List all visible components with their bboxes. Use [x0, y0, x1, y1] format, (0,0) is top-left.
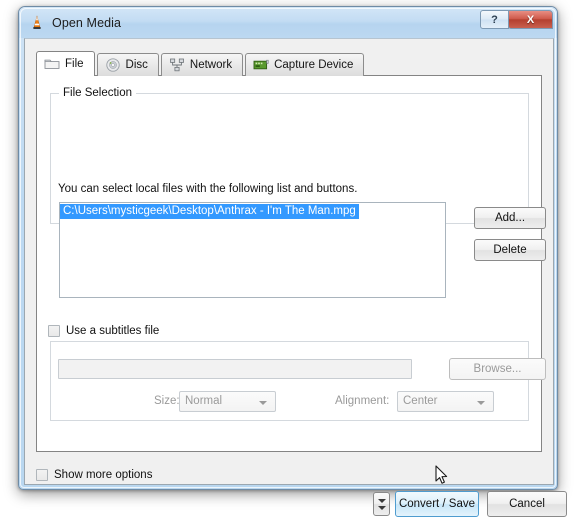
folder-icon — [44, 57, 60, 71]
tab-file[interactable]: File — [36, 51, 95, 76]
convert-save-button[interactable]: Convert / Save — [395, 491, 479, 517]
chevron-down-icon — [377, 499, 386, 503]
cancel-button[interactable]: Cancel — [487, 491, 567, 517]
tab-disc[interactable]: Disc — [96, 53, 159, 76]
show-more-options-label: Show more options — [54, 469, 153, 481]
tab-file-label: File — [65, 58, 84, 70]
vlc-cone-icon — [29, 14, 45, 31]
subtitle-alignment-select[interactable]: Center — [397, 391, 494, 412]
close-button[interactable]: X — [508, 10, 553, 29]
help-icon: ? — [491, 13, 498, 26]
convert-save-dropdown-button[interactable] — [373, 492, 390, 516]
file-selection-group-title: File Selection — [59, 87, 137, 99]
convert-save-button-label: Convert / Save — [398, 498, 476, 510]
browse-button[interactable]: Browse... — [449, 358, 546, 380]
delete-button[interactable]: Delete — [474, 239, 546, 261]
disc-icon — [105, 58, 121, 72]
chevron-down-icon — [477, 401, 485, 405]
checkbox-icon[interactable] — [48, 325, 60, 337]
list-item[interactable]: C:\Users\mysticgeek\Desktop\Anthrax - I'… — [60, 204, 359, 219]
close-icon: X — [526, 13, 535, 26]
dialog-window: Open Media ? X File Disc Network Capture… — [18, 6, 567, 517]
tab-disc-label: Disc — [125, 59, 148, 71]
window-title: Open Media — [52, 15, 122, 30]
subtitle-size-value: Normal — [185, 395, 223, 407]
tab-capture-device[interactable]: Capture Device — [245, 53, 365, 76]
alignment-label: Alignment: — [335, 395, 390, 407]
cancel-button-label: Cancel — [509, 498, 545, 510]
chevron-down-icon — [259, 401, 267, 405]
title-bar[interactable]: Open Media ? X — [19, 7, 557, 38]
subtitle-path-input[interactable] — [58, 359, 412, 379]
add-button[interactable]: Add... — [474, 207, 546, 229]
window-controls: ? X — [480, 10, 553, 29]
browse-button-label: Browse... — [473, 363, 522, 375]
tab-strip: File Disc Network Capture Device — [36, 51, 366, 76]
show-more-options-checkbox[interactable]: Show more options — [36, 469, 152, 481]
tab-network[interactable]: Network — [160, 53, 244, 76]
delete-button-label: Delete — [493, 244, 527, 256]
file-selection-hint: You can select local files with the foll… — [58, 183, 358, 195]
tab-network-label: Network — [189, 59, 233, 71]
checkbox-icon[interactable] — [36, 469, 48, 481]
use-subtitles-label: Use a subtitles file — [66, 325, 160, 337]
network-icon — [169, 58, 185, 72]
dialog-client-area: File Disc Network Capture Device File Se… — [24, 38, 567, 517]
tab-panel-file: File Selection You can select local file… — [36, 75, 546, 452]
chevron-down-icon — [377, 506, 386, 510]
add-button-label: Add... — [494, 212, 526, 224]
help-button[interactable]: ? — [480, 10, 509, 29]
subtitle-alignment-value: Center — [403, 395, 438, 407]
use-subtitles-checkbox[interactable]: Use a subtitles file — [48, 325, 159, 337]
file-list[interactable]: C:\Users\mysticgeek\Desktop\Anthrax - I'… — [59, 202, 446, 298]
tab-capture-device-label: Capture Device — [274, 59, 354, 71]
subtitle-size-select[interactable]: Normal — [179, 391, 276, 412]
size-label: Size: — [154, 395, 180, 407]
capture-card-icon — [253, 58, 269, 72]
